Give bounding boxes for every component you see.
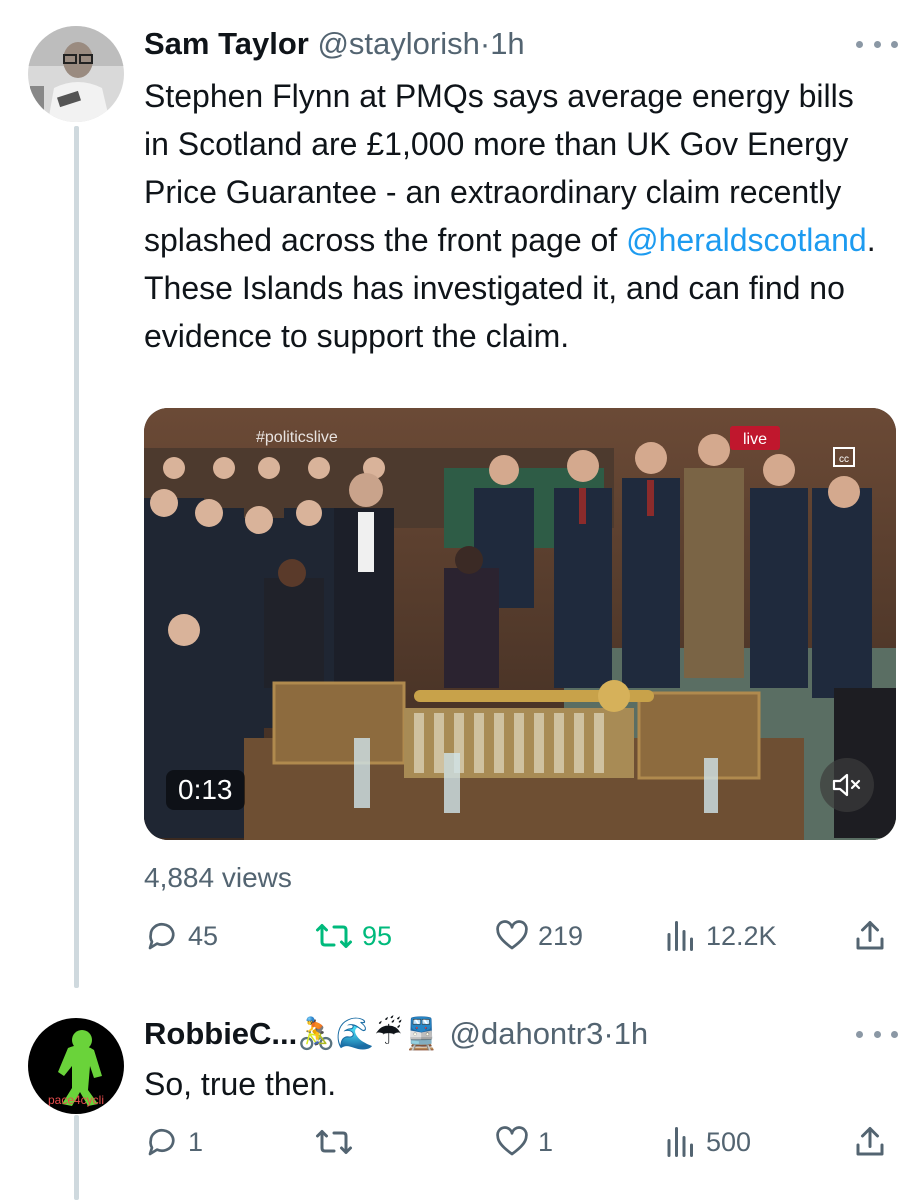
reply-button[interactable]: 45 [144, 918, 218, 954]
author-handle[interactable]: @staylorish [317, 26, 479, 61]
mention-link[interactable]: @heraldscotland [626, 222, 867, 258]
retweet-button[interactable]: 95 [314, 918, 392, 954]
analytics-icon [667, 1127, 693, 1157]
reply-author-name[interactable]: RobbieC...🚴🌊☔🚆 [144, 1016, 441, 1051]
reply-more-options-icon[interactable] [856, 1024, 898, 1044]
reply-like-count: 1 [538, 1126, 554, 1157]
reply-retweet-button[interactable] [314, 1124, 362, 1160]
thread-line-top [74, 126, 79, 988]
video-watermark: #politicslive [256, 429, 338, 446]
reply-avatar[interactable]: pace4cycli [28, 1018, 124, 1114]
reply-header: RobbieC...🚴🌊☔🚆 @dahontr3·1h [144, 1016, 648, 1052]
reply-reply-button[interactable]: 1 [144, 1124, 203, 1160]
thread-line-bottom [74, 1115, 79, 1200]
reply-count: 45 [188, 920, 219, 951]
retweet-icon [316, 1130, 352, 1154]
reply-reply-count: 1 [188, 1126, 204, 1157]
share-icon [856, 921, 884, 950]
reply-separator-dot: · [603, 1016, 614, 1051]
heart-icon [496, 920, 528, 950]
author-name[interactable]: Sam Taylor [144, 26, 309, 61]
reply-text: So, true then. [144, 1066, 337, 1102]
like-button[interactable]: 219 [494, 918, 583, 954]
view-count: 4,884 views [144, 862, 292, 893]
retweet-icon [316, 924, 352, 948]
avatar[interactable] [28, 26, 124, 122]
tweet-header: Sam Taylor @staylorish·1h [144, 26, 525, 62]
svg-text:cc: cc [839, 454, 849, 465]
analytics-count: 12.2K [706, 920, 777, 951]
reply-avatar-text: pace4cycli [48, 1093, 104, 1107]
reply-like-button[interactable]: 1 [494, 1124, 553, 1160]
separator-dot: · [479, 26, 491, 61]
analytics-button[interactable]: 12.2K [664, 918, 777, 954]
retweet-count: 95 [362, 920, 393, 951]
video-duration: 0:13 [166, 770, 245, 810]
share-button[interactable] [852, 918, 888, 954]
like-count: 219 [538, 920, 584, 951]
more-options-icon[interactable] [856, 34, 898, 54]
reply-analytics-count: 500 [706, 1126, 752, 1157]
share-icon [856, 1127, 884, 1156]
video-player[interactable]: #politicslive live cc 0:13 [144, 408, 896, 840]
analytics-icon [667, 921, 693, 951]
heart-icon [496, 1126, 528, 1156]
reply-icon [148, 922, 175, 950]
timestamp[interactable]: 1h [490, 26, 524, 61]
mute-icon[interactable] [820, 758, 874, 812]
live-badge: live [743, 431, 767, 448]
reply-analytics-button[interactable]: 500 [664, 1124, 751, 1160]
reply-author-handle[interactable]: @dahontr3 [450, 1016, 604, 1051]
reply-timestamp[interactable]: 1h [614, 1016, 648, 1051]
reply-icon [148, 1128, 175, 1156]
tweet-text: Stephen Flynn at PMQs says average energ… [144, 72, 884, 360]
reply-share-button[interactable] [852, 1124, 888, 1160]
